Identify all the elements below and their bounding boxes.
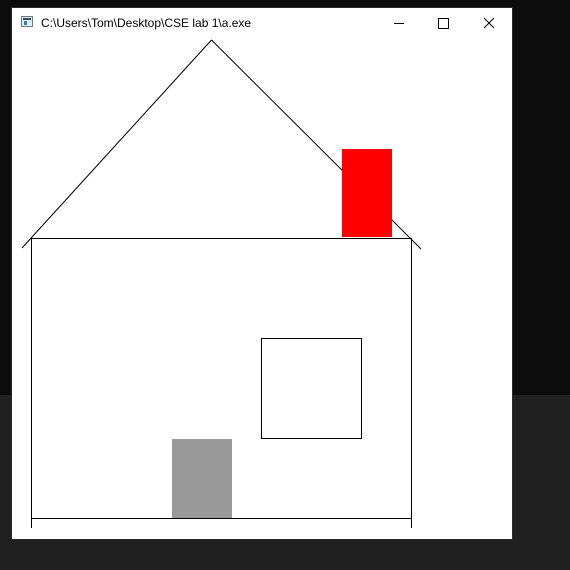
canvas-background bbox=[12, 38, 512, 539]
minimize-icon bbox=[394, 23, 404, 24]
title-bar[interactable]: C:\Users\Tom\Desktop\CSE lab 1\a.exe bbox=[12, 8, 512, 38]
console-window[interactable]: C:\Users\Tom\Desktop\CSE lab 1\a.exe bbox=[12, 8, 512, 539]
door bbox=[172, 439, 232, 518]
maximize-button[interactable] bbox=[421, 8, 467, 38]
close-icon bbox=[483, 17, 495, 29]
drawing-canvas bbox=[12, 38, 512, 539]
chimney bbox=[342, 149, 392, 237]
minimize-button[interactable] bbox=[376, 8, 422, 38]
maximize-icon bbox=[438, 18, 449, 29]
close-button[interactable] bbox=[466, 8, 512, 38]
console-app-icon bbox=[21, 16, 33, 27]
window-title: C:\Users\Tom\Desktop\CSE lab 1\a.exe bbox=[41, 16, 252, 30]
